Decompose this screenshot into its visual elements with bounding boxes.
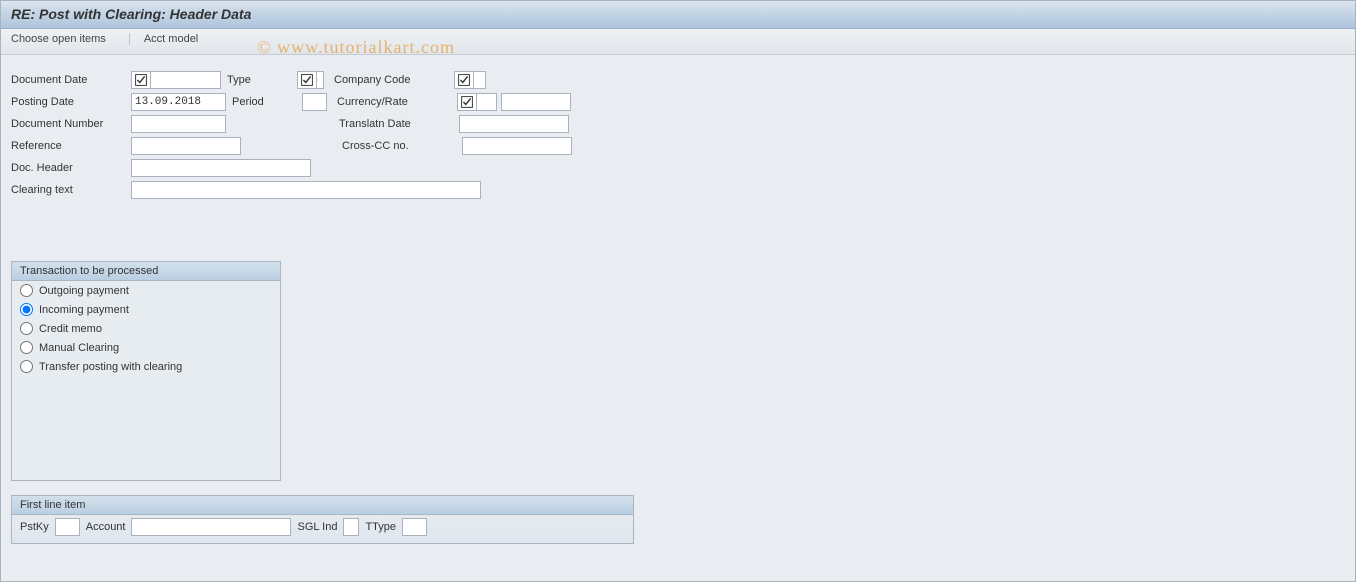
row-document-number: Document Number Translatn Date: [11, 113, 1345, 135]
row-reference: Reference Cross-CC no.: [11, 135, 1345, 157]
radio-manual-label: Manual Clearing: [39, 342, 119, 354]
radio-incoming-label: Incoming payment: [39, 304, 129, 316]
window-title-bar: RE: Post with Clearing: Header Data: [1, 1, 1355, 29]
sgl-ind-input[interactable]: [343, 518, 359, 536]
translatn-date-input[interactable]: [459, 115, 569, 133]
radio-transfer-input[interactable]: [20, 360, 33, 373]
row-doc-header: Doc. Header: [11, 157, 1345, 179]
radio-manual-clearing[interactable]: Manual Clearing: [12, 338, 280, 357]
first-line-item-groupbox: First line item PstKy Account SGL Ind TT…: [11, 495, 634, 544]
radio-transfer-label: Transfer posting with clearing: [39, 361, 182, 373]
period-label: Period: [232, 96, 302, 108]
radio-credit-label: Credit memo: [39, 323, 102, 335]
radio-outgoing-input[interactable]: [20, 284, 33, 297]
reference-input[interactable]: [131, 137, 241, 155]
cross-cc-label: Cross-CC no.: [342, 140, 462, 152]
document-date-input[interactable]: [151, 71, 221, 89]
header-form: Document Date Type Company Code Posting …: [1, 55, 1355, 211]
currency-input[interactable]: [477, 93, 497, 111]
clearing-text-input[interactable]: [131, 181, 481, 199]
currency-required-icon[interactable]: [457, 93, 477, 111]
radio-credit-memo[interactable]: Credit memo: [12, 319, 280, 338]
radio-incoming-payment[interactable]: Incoming payment: [12, 300, 280, 319]
window-title: RE: Post with Clearing: Header Data: [11, 6, 251, 22]
radio-transfer-posting[interactable]: Transfer posting with clearing: [12, 357, 280, 376]
type-label: Type: [227, 74, 297, 86]
type-input[interactable]: [317, 71, 324, 89]
pstky-label: PstKy: [20, 521, 49, 533]
toolbar: Choose open items Acct model: [1, 29, 1355, 55]
type-required-icon[interactable]: [297, 71, 317, 89]
company-code-input[interactable]: [474, 71, 486, 89]
document-date-label: Document Date: [11, 74, 131, 86]
sgl-ind-label: SGL Ind: [297, 521, 337, 533]
period-input[interactable]: [302, 93, 327, 111]
doc-header-input[interactable]: [131, 159, 311, 177]
account-input[interactable]: [131, 518, 291, 536]
radio-credit-input[interactable]: [20, 322, 33, 335]
transaction-groupbox: Transaction to be processed Outgoing pay…: [11, 261, 281, 481]
choose-open-items-button[interactable]: Choose open items: [11, 33, 106, 45]
radio-outgoing-label: Outgoing payment: [39, 285, 129, 297]
ttype-input[interactable]: [402, 518, 427, 536]
currency-rate-label: Currency/Rate: [337, 96, 457, 108]
rate-input[interactable]: [501, 93, 571, 111]
clearing-text-label: Clearing text: [11, 184, 131, 196]
row-posting-date: Posting Date Period Currency/Rate: [11, 91, 1345, 113]
translatn-date-label: Translatn Date: [339, 118, 459, 130]
document-date-required-icon[interactable]: [131, 71, 151, 89]
document-number-label: Document Number: [11, 118, 131, 130]
row-document-date: Document Date Type Company Code: [11, 69, 1345, 91]
ttype-label: TType: [365, 521, 396, 533]
posting-date-label: Posting Date: [11, 96, 131, 108]
pstky-input[interactable]: [55, 518, 80, 536]
reference-label: Reference: [11, 140, 131, 152]
radio-incoming-input[interactable]: [20, 303, 33, 316]
transaction-legend: Transaction to be processed: [12, 262, 280, 281]
cross-cc-input[interactable]: [462, 137, 572, 155]
acct-model-button[interactable]: Acct model: [129, 33, 198, 45]
doc-header-label: Doc. Header: [11, 162, 131, 174]
company-code-label: Company Code: [334, 74, 454, 86]
radio-manual-input[interactable]: [20, 341, 33, 354]
row-clearing-text: Clearing text: [11, 179, 1345, 201]
account-label: Account: [86, 521, 126, 533]
posting-date-input[interactable]: [131, 93, 226, 111]
company-code-required-icon[interactable]: [454, 71, 474, 89]
document-number-input[interactable]: [131, 115, 226, 133]
radio-outgoing-payment[interactable]: Outgoing payment: [12, 281, 280, 300]
first-line-item-legend: First line item: [12, 496, 633, 515]
